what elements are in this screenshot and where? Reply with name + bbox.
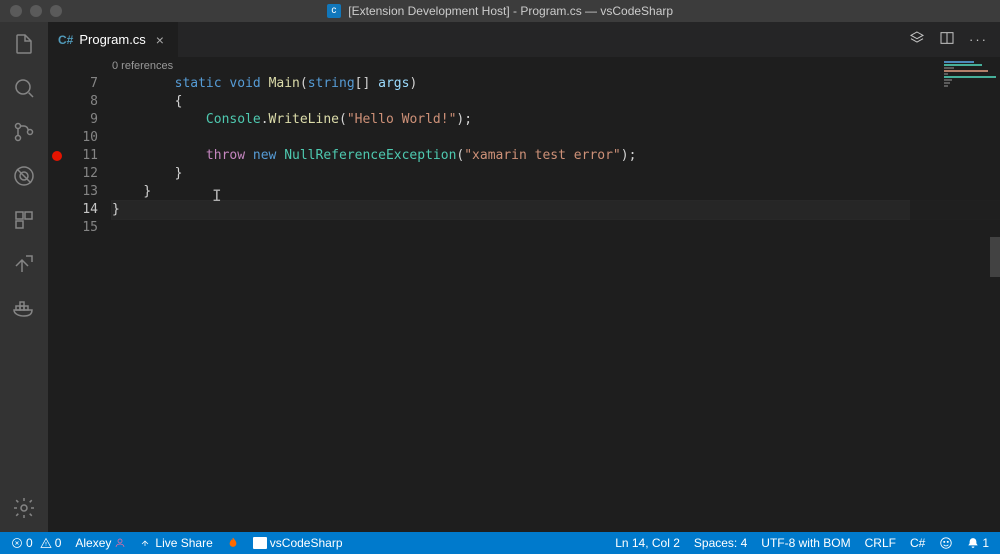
code-line[interactable]: } bbox=[112, 183, 1000, 201]
text-cursor-icon: I bbox=[212, 187, 214, 203]
status-eol[interactable]: CRLF bbox=[862, 536, 899, 550]
titlebar: c [Extension Development Host] - Program… bbox=[0, 0, 1000, 22]
docker-icon[interactable] bbox=[10, 294, 38, 322]
line-number: 11 bbox=[66, 147, 98, 165]
app-icon: c bbox=[327, 4, 341, 18]
code-editor[interactable]: 7 8 9 10 11 12 13 14 15 0 references sta… bbox=[48, 57, 1000, 532]
status-encoding[interactable]: UTF-8 with BOM bbox=[758, 536, 853, 550]
error-count: 0 bbox=[26, 536, 33, 550]
code-line[interactable]: { bbox=[112, 93, 1000, 111]
debug-icon[interactable] bbox=[10, 162, 38, 190]
extensions-icon[interactable] bbox=[10, 206, 38, 234]
split-editor-icon[interactable] bbox=[939, 30, 955, 49]
line-number: 12 bbox=[66, 165, 98, 183]
line-number: 8 bbox=[66, 93, 98, 111]
status-errors[interactable]: 0 0 bbox=[8, 536, 64, 550]
scrollbar-thumb[interactable] bbox=[990, 237, 1000, 277]
settings-gear-icon[interactable] bbox=[10, 494, 38, 522]
tab-program-cs[interactable]: C# Program.cs × bbox=[48, 22, 179, 57]
minimize-window-icon[interactable] bbox=[30, 5, 42, 17]
source-control-icon[interactable] bbox=[10, 118, 38, 146]
line-number: 10 bbox=[66, 129, 98, 147]
editor-actions: ··· bbox=[909, 22, 1000, 57]
status-bar: 0 0 Alexey Live Share vsCodeSharp Ln 14,… bbox=[0, 532, 1000, 554]
line-number: 7 bbox=[66, 75, 98, 93]
codelens-references[interactable]: 0 references bbox=[112, 57, 1000, 75]
explorer-icon[interactable] bbox=[10, 30, 38, 58]
status-user[interactable]: Alexey bbox=[72, 536, 129, 550]
minimap[interactable] bbox=[910, 57, 1000, 532]
csharp-file-icon: C# bbox=[58, 33, 73, 47]
line-number: 13 bbox=[66, 183, 98, 201]
tab-bar: C# Program.cs × ··· bbox=[48, 22, 1000, 57]
status-notifications[interactable]: 1 bbox=[964, 536, 992, 550]
line-numbers: 7 8 9 10 11 12 13 14 15 bbox=[66, 57, 112, 532]
window-title: c [Extension Development Host] - Program… bbox=[0, 4, 1000, 19]
line-number: 9 bbox=[66, 111, 98, 129]
code-line[interactable]: static void Main(string[] args) bbox=[112, 75, 1000, 93]
warning-count: 0 bbox=[55, 536, 62, 550]
status-folder[interactable]: vsCodeSharp bbox=[250, 536, 346, 550]
status-feedback-icon[interactable] bbox=[936, 536, 956, 550]
status-live-share[interactable]: Live Share bbox=[137, 536, 215, 550]
folder-icon bbox=[253, 537, 267, 549]
main-area: C# Program.cs × ··· bbox=[0, 22, 1000, 532]
status-spaces[interactable]: Spaces: 4 bbox=[691, 536, 750, 550]
more-actions-icon[interactable]: ··· bbox=[969, 32, 988, 47]
editor-group: C# Program.cs × ··· bbox=[48, 22, 1000, 532]
minimap-content bbox=[944, 61, 996, 88]
line-number: 15 bbox=[66, 219, 98, 237]
code-line[interactable]: Console.WriteLine("Hello World!"); bbox=[112, 111, 1000, 129]
status-lncol[interactable]: Ln 14, Col 2 bbox=[612, 536, 683, 550]
activity-bar bbox=[0, 22, 48, 532]
codelens-spacer bbox=[66, 57, 98, 75]
maximize-window-icon[interactable] bbox=[50, 5, 62, 17]
breakpoint-icon[interactable] bbox=[52, 151, 62, 161]
search-icon[interactable] bbox=[10, 74, 38, 102]
code-content[interactable]: 0 references static void Main(string[] a… bbox=[112, 57, 1000, 532]
code-line[interactable] bbox=[112, 219, 1000, 237]
code-line[interactable]: } bbox=[112, 201, 1000, 219]
status-flame-icon[interactable] bbox=[224, 537, 242, 549]
tab-label: Program.cs bbox=[79, 32, 145, 47]
code-line[interactable]: throw new NullReferenceException("xamari… bbox=[112, 147, 1000, 165]
line-number: 14 bbox=[66, 201, 98, 219]
preview-icon[interactable] bbox=[909, 30, 925, 49]
live-share-activity-icon[interactable] bbox=[10, 250, 38, 278]
close-window-icon[interactable] bbox=[10, 5, 22, 17]
window-controls bbox=[0, 5, 62, 17]
code-line[interactable] bbox=[112, 129, 1000, 147]
glyph-margin[interactable] bbox=[48, 57, 66, 532]
close-tab-icon[interactable]: × bbox=[152, 32, 168, 48]
window-title-text: [Extension Development Host] - Program.c… bbox=[348, 4, 673, 18]
code-line[interactable]: } bbox=[112, 165, 1000, 183]
status-language[interactable]: C# bbox=[907, 536, 928, 550]
